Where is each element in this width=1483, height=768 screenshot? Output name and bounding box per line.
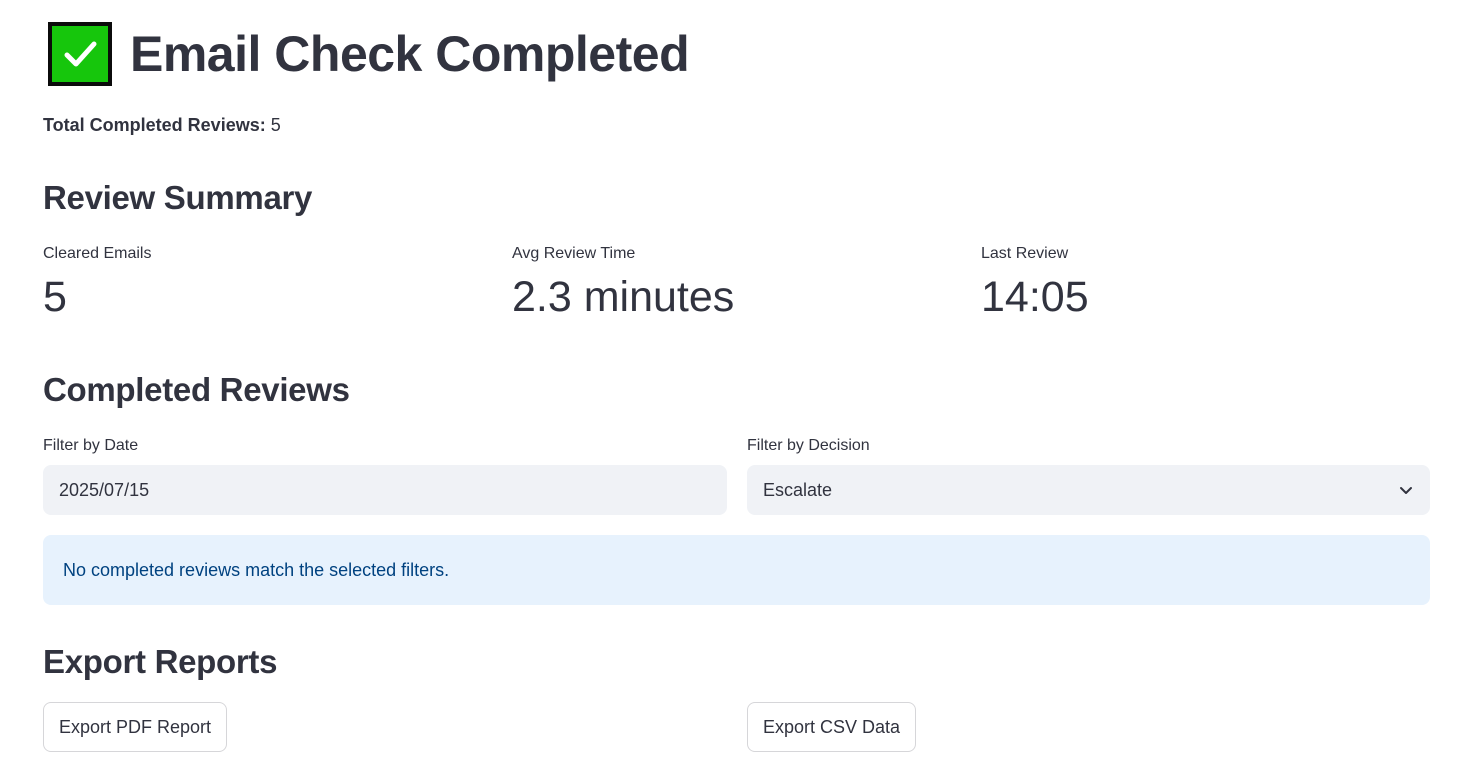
page: Email Check Completed Total Completed Re… — [0, 0, 1483, 768]
info-message: No completed reviews match the selected … — [63, 559, 450, 580]
total-completed-reviews: Total Completed Reviews: 5 — [43, 114, 281, 136]
info-alert: No completed reviews match the selected … — [43, 535, 1430, 605]
decision-filter-value: Escalate — [763, 479, 833, 500]
metric-label: Last Review — [981, 245, 1069, 262]
completed-reviews-heading: Completed Reviews — [43, 371, 350, 408]
date-filter-input[interactable]: 2025/07/15 — [43, 465, 727, 515]
export-pdf-button[interactable]: Export PDF Report — [43, 702, 228, 752]
metric-value: 14:05 — [981, 273, 1089, 321]
metric-label: Cleared Emails — [43, 245, 152, 262]
export-csv-button[interactable]: Export CSV Data — [747, 702, 917, 752]
total-label: Total Completed Reviews: — [43, 115, 266, 135]
title-row: Email Check Completed — [48, 22, 690, 86]
metric-label: Avg Review Time — [512, 245, 636, 262]
chevron-down-icon — [1398, 482, 1414, 498]
page-title: Email Check Completed — [130, 26, 690, 82]
total-value: 5 — [270, 115, 281, 135]
date-filter-label: Filter by Date — [43, 437, 139, 454]
metric-cleared-emails: Cleared Emails 5 — [43, 244, 151, 319]
review-summary-heading: Review Summary — [43, 179, 313, 216]
metric-last-review: Last Review 14:05 — [981, 244, 1089, 319]
metric-value: 5 — [43, 273, 67, 321]
decision-filter-label: Filter by Decision — [747, 437, 870, 454]
export-reports-heading: Export Reports — [43, 643, 278, 680]
metric-value: 2.3 minutes — [512, 273, 735, 321]
decision-filter-select[interactable]: Escalate — [747, 465, 1430, 515]
date-filter-value: 2025/07/15 — [59, 479, 150, 500]
metric-avg-review-time: Avg Review Time 2.3 minutes — [512, 244, 734, 319]
check-mark-icon — [48, 22, 112, 86]
